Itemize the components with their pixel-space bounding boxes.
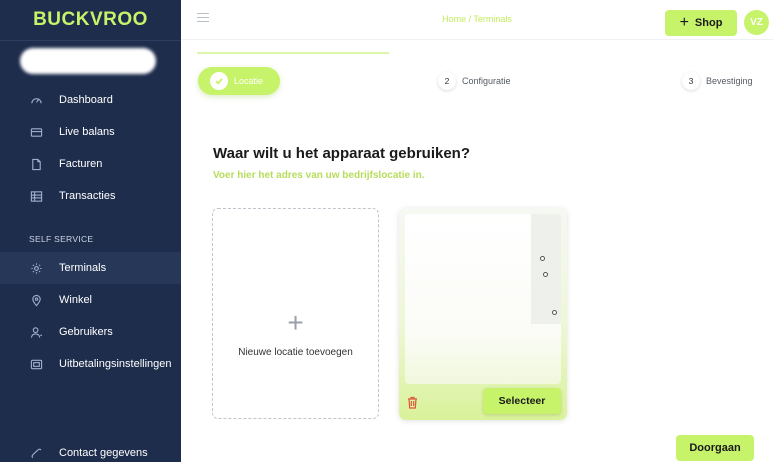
sidebar-footer-nav: Contact gegevens <box>0 437 181 462</box>
sidebar-item-dashboard[interactable]: Dashboard <box>0 84 181 116</box>
location-card[interactable]: Selecteer <box>399 208 567 420</box>
select-location-button[interactable]: Selecteer <box>483 388 561 414</box>
gauge-icon <box>29 93 43 107</box>
stepper-progress-bar <box>197 52 389 54</box>
sidebar-item-contact-gegevens[interactable]: Contact gegevens <box>0 437 181 462</box>
plus-icon: + <box>287 307 304 338</box>
sidebar-item-gebruikers[interactable]: Gebruikers <box>0 316 181 348</box>
sidebar-item-label: Dashboard <box>59 94 113 106</box>
sidebar-item-label: Live balans <box>59 126 115 138</box>
sidebar-item-label: Gebruikers <box>59 326 113 338</box>
sidebar-item-label: Contact gegevens <box>59 447 148 459</box>
sidebar-item-transacties[interactable]: Transacties <box>0 180 181 212</box>
phone-icon <box>29 446 43 460</box>
sidebar-item-label: Winkel <box>59 294 93 306</box>
sidebar-self-service-nav: Terminals Winkel Gebruikers Uitbetalings… <box>0 252 181 380</box>
add-location-label: Nieuwe locatie toevoegen <box>238 347 353 358</box>
sidebar-section-label: SELF SERVICE <box>29 234 94 244</box>
list-icon <box>29 189 43 203</box>
sidebar-item-terminals[interactable]: Terminals <box>0 252 181 284</box>
step-bevestiging[interactable]: 3 Bevestiging <box>682 72 753 90</box>
plus-icon: + <box>679 14 689 31</box>
step-locatie[interactable]: Locatie <box>198 67 280 95</box>
sidebar: BUCKVROO Dashboard Live balans Facturen <box>0 0 181 462</box>
sidebar-item-label: Terminals <box>59 262 107 274</box>
account-selector[interactable] <box>20 48 156 74</box>
sidebar-item-label: Transacties <box>59 190 116 202</box>
continue-button[interactable]: Doorgaan <box>676 435 754 461</box>
step-number: 2 <box>438 72 456 90</box>
map-region <box>531 214 561 324</box>
map-marker-icon <box>552 310 557 315</box>
check-icon <box>210 72 228 90</box>
sidebar-main-nav: Dashboard Live balans Facturen Transacti… <box>0 84 181 212</box>
location-map <box>405 214 561 384</box>
sidebar-item-live-balans[interactable]: Live balans <box>0 116 181 148</box>
step-label: Bevestiging <box>706 76 753 86</box>
step-label: Locatie <box>234 76 264 86</box>
shop-button[interactable]: + Shop <box>665 10 737 36</box>
sidebar-item-facturen[interactable]: Facturen <box>0 148 181 180</box>
add-location-card[interactable]: + Nieuwe locatie toevoegen <box>212 208 379 419</box>
topbar: Home / Terminals + Shop VZ <box>181 0 773 40</box>
shop-button-label: Shop <box>694 17 723 29</box>
wallet-icon <box>29 125 43 139</box>
page-title: Waar wilt u het apparaat gebruiken? <box>213 145 470 162</box>
step-number: 3 <box>682 72 700 90</box>
user-icon <box>29 325 43 339</box>
avatar[interactable]: VZ <box>744 10 769 35</box>
step-configuratie[interactable]: 2 Configuratie <box>438 72 511 90</box>
payout-icon <box>29 357 43 371</box>
document-icon <box>29 157 43 171</box>
location-pin-icon <box>29 293 43 307</box>
gear-icon <box>29 261 43 275</box>
sidebar-divider <box>0 40 181 41</box>
trash-icon[interactable] <box>407 396 418 409</box>
sidebar-item-winkel[interactable]: Winkel <box>0 284 181 316</box>
sidebar-item-uitbetalingsinstellingen[interactable]: Uitbetalingsinstellingen <box>0 348 181 380</box>
brand-logo[interactable]: BUCKVROO <box>0 0 181 40</box>
map-marker-icon <box>540 256 545 261</box>
page-subtitle: Voer hier het adres van uw bedrijfslocat… <box>213 170 425 181</box>
map-marker-icon <box>543 272 548 277</box>
sidebar-item-label: Facturen <box>59 158 103 170</box>
step-label: Configuratie <box>462 76 511 86</box>
sidebar-item-label: Uitbetalingsinstellingen <box>59 358 172 370</box>
